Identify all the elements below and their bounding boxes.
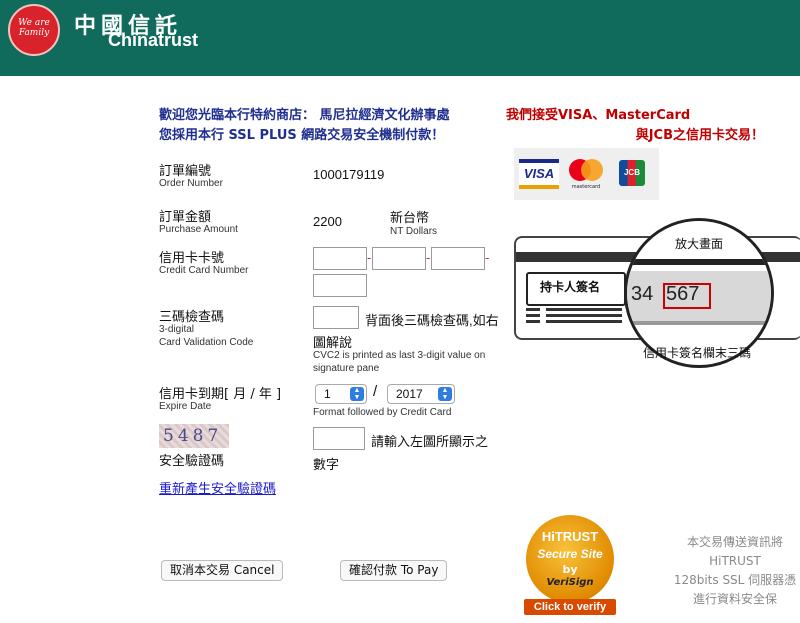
accepted-cards-notice: 我們接受VISA、MasterCard 與JCB之信用卡交易！: [494, 106, 764, 146]
card-number-label: 信用卡卡號: [159, 251, 225, 266]
currency-label: 新台幣: [390, 210, 430, 225]
cvc-digits: 567: [666, 283, 700, 305]
welcome-line-merchant: 歡迎您光臨本行特約商店： 馬尼拉經濟文化辦事處: [159, 108, 450, 123]
card-number-separator: -: [485, 251, 490, 265]
cvc-hint-en-2: signature pane: [313, 363, 380, 374]
mastercard-logo-text: mastercard: [571, 184, 601, 190]
cvc-caption: 信用卡簽名欄末三碼: [643, 346, 752, 360]
expiry-month-select[interactable]: 1 ▲ ▼: [315, 384, 367, 404]
signature-label: 持卡人簽名: [540, 280, 601, 294]
card-number-separator: -: [426, 251, 431, 265]
expiry-month-value: 1: [324, 387, 331, 401]
verisign-logo-text: VeriSign: [546, 577, 594, 588]
cvc-hint-line-2: 圖解說: [313, 335, 353, 350]
expiry-label: 信用卡到期[ 月 / 年 ]: [159, 387, 282, 402]
card-number-field-2[interactable]: [372, 247, 426, 270]
site-header: We are Family 中國信託 Chinatrust: [0, 0, 800, 76]
cvc-prefix-digits: 34: [631, 283, 654, 305]
cvc-label-en-2: Card Validation Code: [159, 337, 254, 348]
pay-button[interactable]: 確認付款 To Pay: [340, 560, 448, 581]
cvc-label-en-1: 3-digital: [159, 324, 195, 335]
ssl-security-note: 本交易傳送資訊將 HiTRUST 128bits SSL 伺服器憑 進行資料安全…: [670, 533, 800, 609]
accept-line-1: 我們接受VISA、MasterCard: [506, 108, 691, 123]
captcha-prompt-line-2: 數字: [313, 457, 340, 472]
purchase-amount-label: 訂單金額: [159, 210, 212, 225]
expiry-separator: /: [373, 383, 378, 400]
currency-label-en: NT Dollars: [390, 226, 438, 237]
regenerate-captcha-link[interactable]: 重新產生安全驗證碼: [159, 478, 276, 497]
card-number-field-1[interactable]: [313, 247, 367, 270]
hitrust-seal[interactable]: HiTRUST Secure Site by VeriSign Click to…: [524, 515, 616, 615]
order-number-value: 1000179119: [313, 167, 385, 182]
select-arrows-icon: ▲ ▼: [438, 387, 452, 401]
card-number-separator: -: [367, 251, 372, 265]
ssl-note-line-2: HiTRUST: [709, 554, 761, 568]
hitrust-seal-by: by: [562, 563, 578, 576]
captcha-prompt-line-1: 請輸入左圖所顯示之: [371, 434, 489, 449]
click-to-verify-button[interactable]: Click to verify: [524, 599, 616, 615]
ssl-note-line-4: 進行資料安全保: [692, 592, 777, 606]
hitrust-seal-subtitle: Secure Site: [537, 547, 603, 561]
hitrust-seal-title: HiTRUST: [541, 529, 599, 544]
card-number-field-4[interactable]: [313, 274, 367, 297]
select-arrows-icon: ▲ ▼: [350, 387, 364, 401]
captcha-input[interactable]: [313, 427, 365, 450]
cvc-input[interactable]: [313, 306, 359, 329]
ssl-note-line-3: 128bits SSL 伺服器憑: [673, 573, 797, 587]
welcome-message: 歡迎您光臨本行特約商店： 馬尼拉經濟文化辦事處 您採用本行 SSL PLUS 網…: [159, 106, 450, 146]
order-number-label-en: Order Number: [159, 178, 223, 189]
purchase-amount-label-en: Purchase Amount: [159, 224, 238, 235]
ssl-note-line-1: 本交易傳送資訊將: [686, 535, 783, 549]
cvc-label: 三碼檢查碼: [159, 310, 225, 325]
expiry-format-note: Format followed by Credit Card: [313, 407, 452, 418]
card-number-field-3[interactable]: [431, 247, 485, 270]
purchase-amount-value: 2200: [313, 214, 342, 229]
mastercard-logo-icon: mastercard: [569, 157, 603, 193]
visa-logo-icon: VISA: [519, 159, 559, 189]
accept-line-2: 與JCB之信用卡交易！: [635, 128, 764, 143]
jcb-logo-icon: JCB: [619, 160, 645, 186]
welcome-line-ssl: 您採用本行 SSL PLUS 網路交易安全機制付款！: [159, 128, 445, 143]
magnify-label: 放大畫面: [675, 237, 724, 251]
expiry-label-en: Expire Date: [159, 401, 212, 412]
brand-name-english: Chinatrust: [108, 30, 198, 50]
cvc-hint-line-1: 背面後三碼檢查碼,如右: [365, 313, 499, 328]
expiry-year-value: 2017: [396, 387, 423, 401]
cvc-hint-en-1: CVC2 is printed as last 3-digit value on: [313, 350, 486, 361]
expiry-year-select[interactable]: 2017 ▲ ▼: [387, 384, 455, 404]
captcha-image: 5487: [159, 424, 229, 448]
card-number-label-en: Credit Card Number: [159, 265, 249, 276]
order-number-label: 訂單編號: [159, 164, 212, 179]
cancel-button[interactable]: 取消本交易 Cancel: [161, 560, 284, 581]
card-logos: VISA mastercard JCB: [514, 148, 659, 200]
chinatrust-logo: We are Family: [8, 4, 60, 56]
captcha-label: 安全驗證碼: [159, 454, 225, 469]
